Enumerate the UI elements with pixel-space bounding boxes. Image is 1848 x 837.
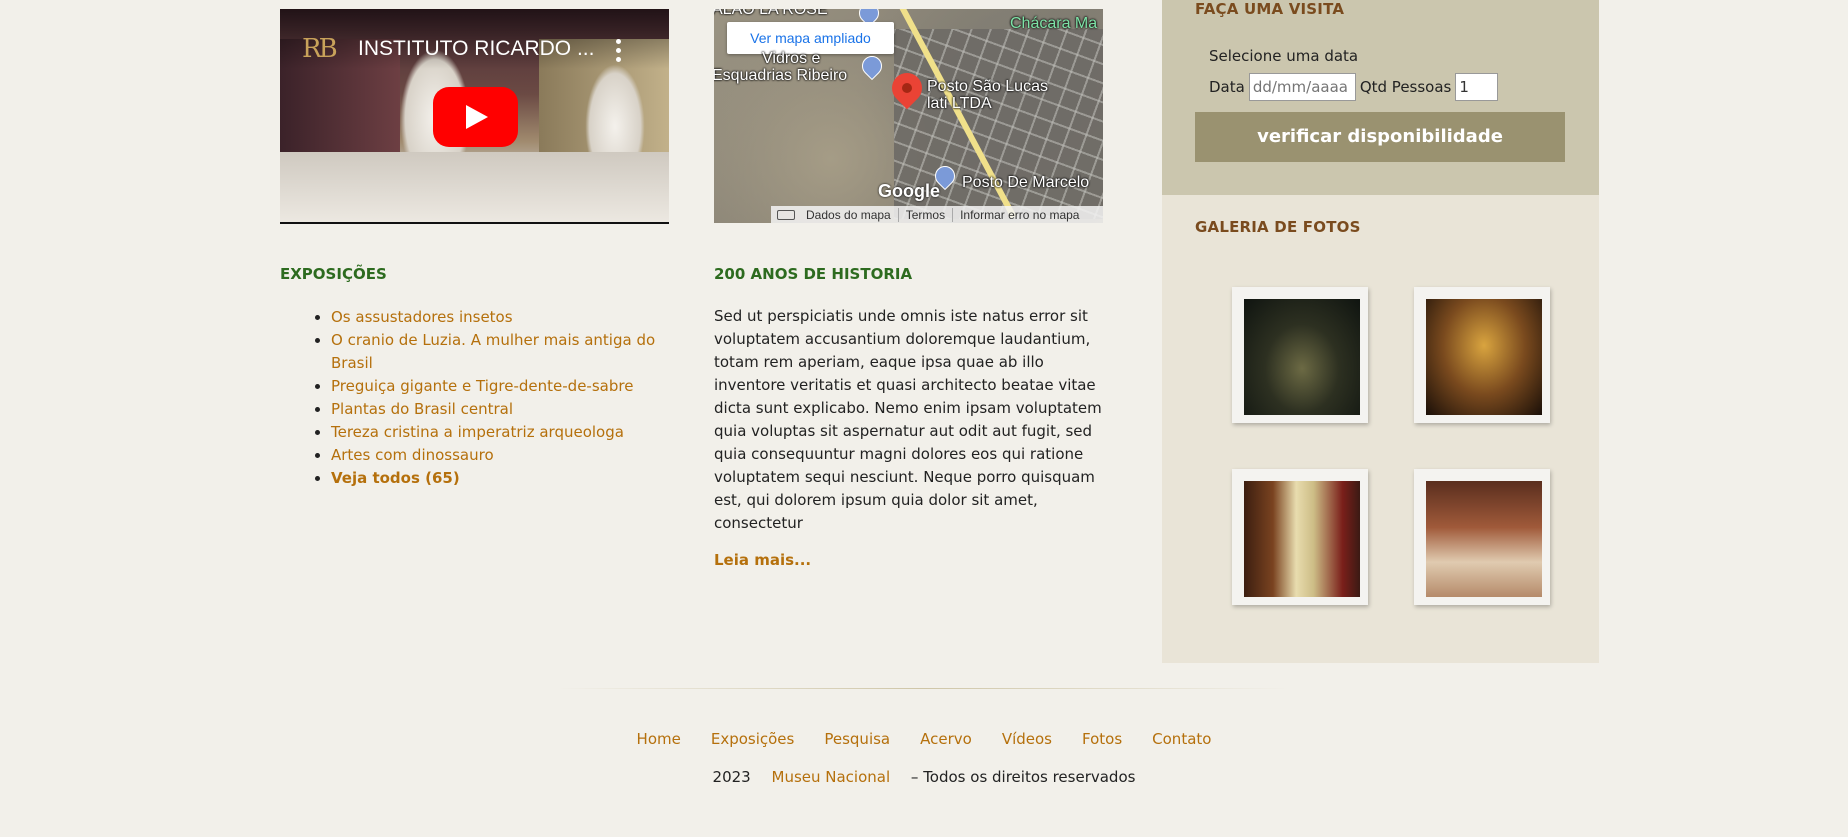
copyright-year: 2023 — [712, 768, 751, 786]
list-item: O cranio de Luzia. A mulher mais antiga … — [331, 329, 661, 375]
exhibitions-title: EXPOSIÇÕES — [280, 265, 387, 283]
gallery-photo-image — [1244, 299, 1360, 415]
exhibition-link[interactable]: O cranio de Luzia. A mulher mais antiga … — [331, 331, 655, 372]
map-label: Chácara Ma — [1010, 15, 1098, 32]
map-label: Esquadrias Ribeiro — [714, 67, 848, 84]
map-label: Posto De Marcelo — [962, 174, 1090, 191]
google-logo: Google — [878, 181, 940, 201]
google-map-embed[interactable]: ALÃO LA ROSE Chácara Ma Ver mapa ampliad… — [714, 9, 1103, 223]
gallery-photo[interactable] — [1414, 287, 1550, 423]
gallery-photo-image — [1244, 481, 1360, 597]
map-label: lati LTDA — [927, 95, 992, 112]
qty-people-label: Qtd Pessoas — [1359, 78, 1452, 96]
history-text: Sed ut perspiciatis unde omnis iste natu… — [714, 307, 1102, 532]
check-availability-button[interactable]: verificar disponibilidade — [1195, 112, 1565, 162]
museum-link[interactable]: Museu Nacional — [772, 768, 891, 786]
footer-link-home[interactable]: Home — [637, 730, 681, 748]
gallery-photo[interactable] — [1232, 469, 1368, 605]
terms-link[interactable]: Termos — [899, 207, 954, 222]
visit-title: FAÇA UMA VISITA — [1195, 0, 1345, 18]
select-date-label: Selecione uma data — [1209, 47, 1359, 65]
gallery-photo[interactable] — [1414, 469, 1550, 605]
sidebar: FAÇA UMA VISITA Selecione uma data Data … — [1162, 0, 1599, 663]
read-more-link[interactable]: Leia mais... — [714, 551, 811, 569]
exhibition-link[interactable]: Preguiça gigante e Tigre-dente-de-sabre — [331, 377, 633, 395]
list-item: Os assustadores insetos — [331, 306, 661, 329]
visit-booking-panel: FAÇA UMA VISITA Selecione uma data Data … — [1162, 0, 1599, 195]
map-label: ALÃO LA ROSE — [714, 9, 828, 18]
date-input[interactable] — [1248, 73, 1356, 101]
qty-people-input[interactable] — [1455, 73, 1499, 101]
history-title: 200 ANOS DE HISTORIA — [714, 265, 913, 283]
video-title[interactable]: INSTITUTO RICARDO ... — [358, 37, 594, 61]
video-thumbnail-floor — [280, 152, 669, 222]
map-label: Posto São Lucas — [927, 78, 1048, 95]
booking-form-row: Data Qtd Pessoas — [1209, 73, 1499, 101]
channel-logo[interactable]: RB — [302, 34, 338, 64]
footer-link-pesquisa[interactable]: Pesquisa — [824, 730, 890, 748]
list-item: Veja todos (65) — [331, 467, 661, 490]
copyright: 2023 Museu Nacional – Todos os direitos … — [0, 768, 1848, 786]
footer-link-acervo[interactable]: Acervo — [920, 730, 972, 748]
gallery-photo-image — [1426, 299, 1542, 415]
list-item: Tereza cristina a imperatriz arqueologa — [331, 421, 661, 444]
copyright-rights: – Todos os direitos reservados — [910, 768, 1136, 786]
gallery-title: GALERIA DE FOTOS — [1195, 218, 1361, 236]
map-attribution-bar: Dados do mapa Termos Informar erro no ma… — [771, 206, 1103, 223]
date-label: Data — [1209, 78, 1245, 96]
exhibition-link[interactable]: Plantas do Brasil central — [331, 400, 513, 418]
gallery-photo-image — [1426, 481, 1542, 597]
exhibition-link[interactable]: Os assustadores insetos — [331, 308, 513, 326]
report-error-link[interactable]: Informar erro no mapa — [953, 208, 1086, 222]
play-button[interactable] — [433, 87, 518, 147]
youtube-video-embed[interactable]: RB INSTITUTO RICARDO ... — [280, 9, 669, 224]
map-data-link[interactable]: Dados do mapa — [799, 207, 899, 222]
list-item: Preguiça gigante e Tigre-dente-de-sabre — [331, 375, 661, 398]
keyboard-shortcuts-icon[interactable] — [777, 209, 795, 220]
footer-link-videos[interactable]: Vídeos — [1002, 730, 1052, 748]
more-options-icon[interactable] — [616, 39, 622, 66]
list-item: Artes com dinossauro — [331, 444, 661, 467]
see-all-link[interactable]: Veja todos (65) — [331, 469, 460, 487]
photo-gallery: GALERIA DE FOTOS — [1162, 195, 1599, 663]
list-item: Plantas do Brasil central — [331, 398, 661, 421]
footer-link-fotos[interactable]: Fotos — [1082, 730, 1122, 748]
footer-link-exposicoes[interactable]: Exposições — [711, 730, 795, 748]
gallery-photo[interactable] — [1232, 287, 1368, 423]
exhibition-link[interactable]: Artes com dinossauro — [331, 446, 494, 464]
exhibitions-list: Os assustadores insetos O cranio de Luzi… — [281, 306, 661, 490]
footer-nav: Home Exposições Pesquisa Acervo Vídeos F… — [0, 730, 1848, 748]
exhibition-link[interactable]: Tereza cristina a imperatriz arqueologa — [331, 423, 624, 441]
footer-divider — [556, 688, 1290, 689]
footer-link-contato[interactable]: Contato — [1152, 730, 1211, 748]
map-label: Vidros e — [762, 50, 821, 67]
